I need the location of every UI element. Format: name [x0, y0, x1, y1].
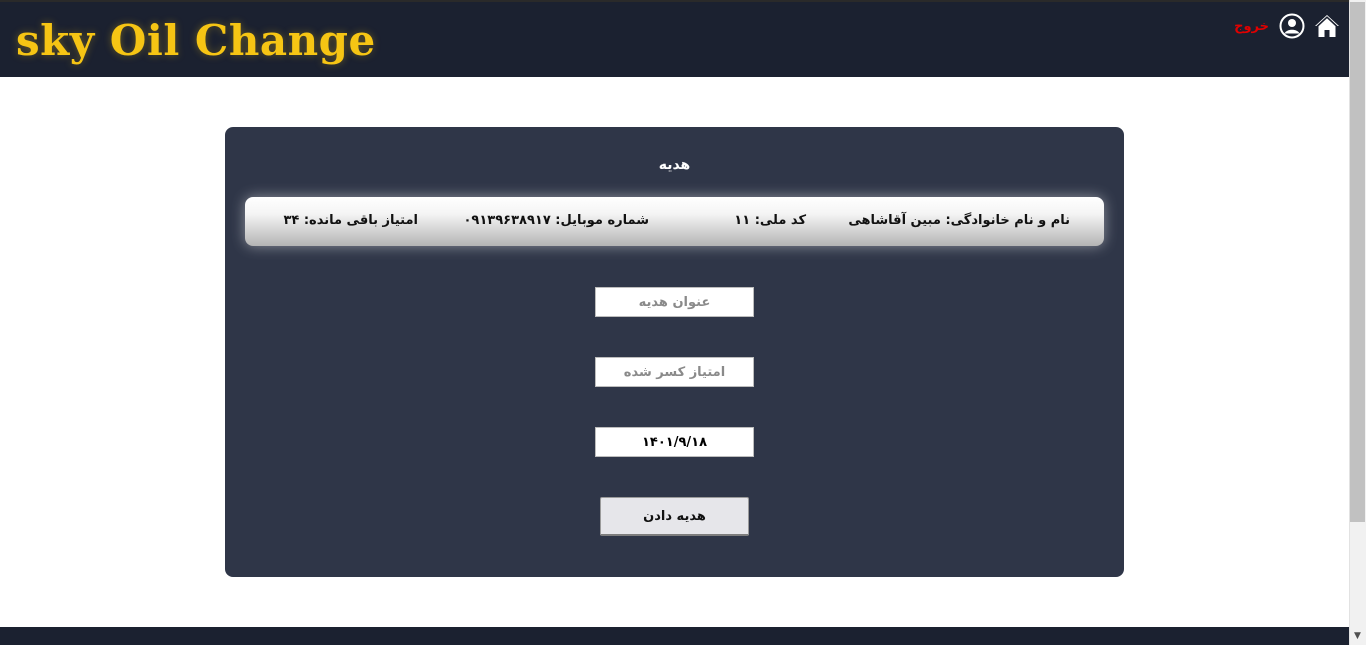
top-header: sky Oil Change خروج	[0, 0, 1349, 77]
footer	[0, 627, 1349, 645]
user-circle-icon[interactable]	[1279, 13, 1305, 39]
deducted-points-input[interactable]	[595, 357, 754, 387]
scroll-down-icon[interactable]: ▼	[1349, 628, 1366, 645]
remaining-points: امتیاز باقی مانده: ۳۴	[283, 213, 418, 228]
mobile-number: شماره موبایل: ۰۹۱۳۹۶۳۸۹۱۷	[463, 213, 649, 228]
gift-title-input[interactable]	[595, 287, 754, 317]
home-icon[interactable]	[1313, 12, 1341, 40]
customer-name: نام و نام خانوادگی: مبین آقاشاهی	[848, 213, 1070, 228]
page: sky Oil Change خروج هدیه نام و نام خانوا…	[0, 0, 1366, 645]
vertical-scrollbar[interactable]: ▼	[1349, 0, 1366, 645]
date-input[interactable]	[595, 427, 754, 457]
national-code: کد ملی: ۱۱	[734, 213, 806, 228]
customer-info-bar: نام و نام خانوادگی: مبین آقاشاهی کد ملی:…	[245, 197, 1104, 246]
scrollbar-thumb[interactable]	[1350, 2, 1365, 522]
logout-link[interactable]: خروج	[1234, 19, 1269, 34]
brand-title: sky Oil Change	[16, 16, 376, 65]
give-gift-button[interactable]: هدیه دادن	[600, 497, 749, 536]
card-title: هدیه	[658, 157, 691, 173]
gift-card: هدیه نام و نام خانوادگی: مبین آقاشاهی کد…	[225, 127, 1124, 577]
header-nav: خروج	[1234, 12, 1341, 40]
